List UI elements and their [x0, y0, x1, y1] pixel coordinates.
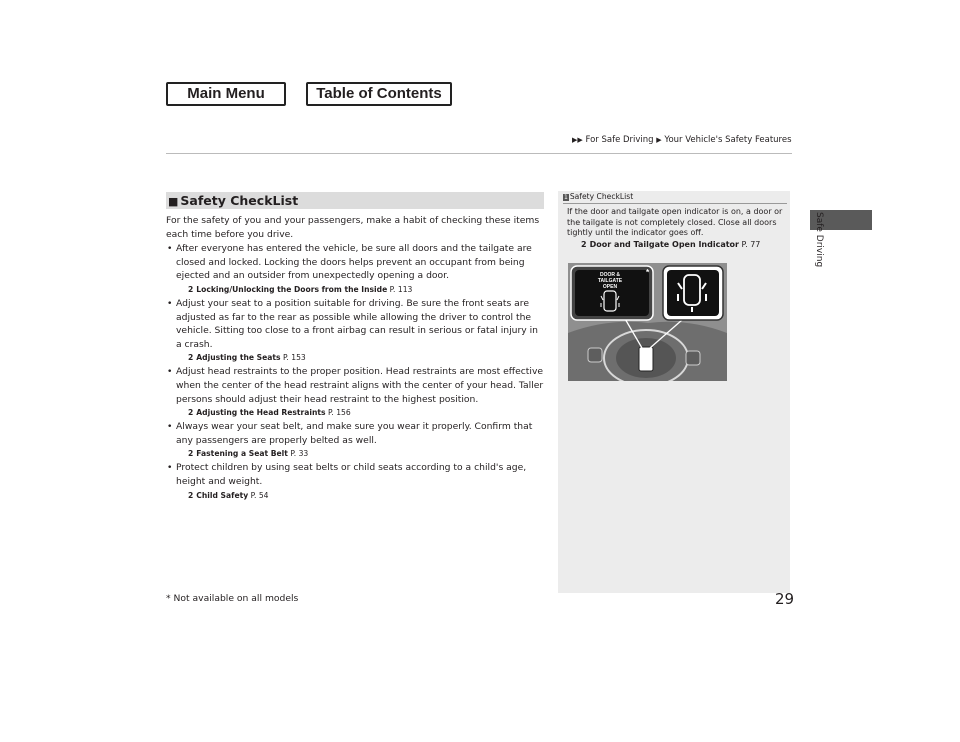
- bullet-icon: •: [167, 243, 173, 255]
- checklist-item-text: After everyone has entered the vehicle, …: [176, 243, 532, 282]
- bullet-icon: •: [167, 462, 173, 474]
- reference-link[interactable]: 2 Adjusting the Head Restraints P. 156: [176, 407, 546, 419]
- header-divider: [166, 153, 792, 154]
- note-number-badge: 1: [563, 194, 569, 201]
- reference-icon: 2: [188, 353, 194, 363]
- reference-page: P. 156: [328, 408, 351, 418]
- reference-title: Adjusting the Seats: [196, 353, 281, 363]
- checklist-item: • Protect children by using seat belts or…: [166, 461, 546, 501]
- sidebar-title-text: Safety CheckList: [569, 192, 634, 201]
- reference-link[interactable]: 2 Adjusting the Seats P. 153: [176, 352, 546, 364]
- section-title: Safety CheckList: [180, 193, 299, 208]
- square-icon: ■: [168, 195, 179, 208]
- checklist-item: • After everyone has entered the vehicle,…: [166, 242, 546, 296]
- section-heading: ■ Safety CheckList: [166, 192, 544, 209]
- bullet-icon: •: [167, 297, 173, 309]
- breadcrumb-current: Your Vehicle's Safety Features: [664, 135, 792, 145]
- checklist-item-text: Adjust your seat to a position suitable …: [176, 297, 538, 350]
- reference-icon: 2: [581, 239, 587, 249]
- reference-link[interactable]: 2 Locking/Unlocking the Doors from the In…: [176, 284, 546, 296]
- breadcrumb: ▶▶ For Safe Driving ▶ Your Vehicle's Saf…: [572, 135, 792, 145]
- dashboard-illustration: DOOR & TAILGATE OPEN *: [568, 263, 727, 381]
- breadcrumb-arrow-icon: ▶▶: [572, 136, 583, 144]
- reference-page: P. 113: [389, 284, 413, 294]
- sidebar-title: 1 Safety CheckList: [563, 192, 633, 201]
- bullet-icon: •: [167, 366, 173, 378]
- reference-title: Child Safety: [196, 490, 249, 500]
- page-number: 29: [775, 590, 795, 608]
- intro-paragraph: For the safety of you and your passenger…: [166, 215, 540, 240]
- breadcrumb-arrow-icon: ▶: [656, 136, 662, 144]
- reference-page: P. 54: [250, 490, 269, 500]
- breadcrumb-parent[interactable]: For Safe Driving: [585, 135, 653, 145]
- main-content: For the safety of you and your passenger…: [166, 214, 546, 503]
- sidebar-divider: [563, 203, 787, 204]
- checklist-item-text: Adjust head restraints to the proper pos…: [176, 366, 544, 405]
- reference-title: Locking/Unlocking the Doors from the Ins…: [196, 284, 388, 294]
- section-tab-label: Safe Driving: [814, 212, 824, 268]
- reference-icon: 2: [188, 408, 194, 418]
- reference-link[interactable]: 2 Child Safety P. 54: [176, 490, 546, 502]
- reference-icon: 2: [188, 449, 194, 459]
- svg-text:OPEN: OPEN: [603, 284, 618, 290]
- main-menu-button[interactable]: Main Menu: [166, 82, 286, 106]
- checklist-item: • Adjust your seat to a position suitable…: [166, 297, 546, 364]
- reference-icon: 2: [188, 490, 194, 500]
- reference-page: P. 33: [290, 449, 309, 459]
- checklist-item: • Adjust head restraints to the proper po…: [166, 365, 546, 419]
- checklist-item: • Always wear your seat belt, and make su…: [166, 420, 546, 460]
- reference-icon: 2: [188, 284, 194, 294]
- dashboard-indicator-figure: DOOR & TAILGATE OPEN *: [568, 263, 727, 381]
- sidebar-text: If the door and tailgate open indicator …: [567, 207, 783, 238]
- checklist-item-text: Always wear your seat belt, and make sur…: [176, 421, 533, 446]
- reference-title: Adjusting the Head Restraints: [196, 408, 326, 418]
- footnote: * Not available on all models: [166, 593, 299, 604]
- sidebar-ref-title: Door and Tailgate Open Indicator: [589, 239, 739, 249]
- reference-link[interactable]: 2 Fastening a Seat Belt P. 33: [176, 448, 546, 460]
- sidebar-ref-page: P. 77: [741, 239, 761, 249]
- sidebar-note: 1 Safety CheckList If the door and tailga…: [558, 191, 790, 593]
- table-of-contents-button[interactable]: Table of Contents: [306, 82, 452, 106]
- sidebar-reference-link[interactable]: 2 Door and Tailgate Open Indicator P. 77: [567, 240, 783, 251]
- reference-page: P. 153: [283, 353, 306, 363]
- reference-title: Fastening a Seat Belt: [196, 449, 288, 459]
- sidebar-body: If the door and tailgate open indicator …: [567, 207, 783, 250]
- section-tab: Safe Driving: [814, 212, 832, 302]
- checklist-item-text: Protect children by using seat belts or …: [176, 462, 527, 487]
- bullet-icon: •: [167, 421, 173, 433]
